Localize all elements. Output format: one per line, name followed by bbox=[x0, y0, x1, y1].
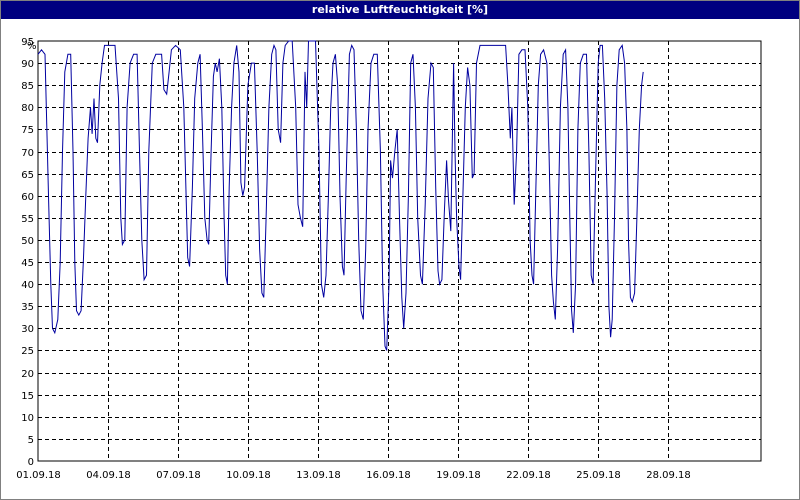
y-tick-label: 20 bbox=[21, 369, 34, 380]
x-tick-label: 28.09.18 bbox=[646, 470, 691, 481]
y-tick-label: 40 bbox=[21, 280, 34, 291]
y-tick-label: 50 bbox=[21, 236, 34, 247]
y-tick-label: 60 bbox=[21, 192, 34, 203]
x-tick-label: 01.09.18 bbox=[16, 470, 61, 481]
x-tick-label: 25.09.18 bbox=[576, 470, 621, 481]
y-tick-label: 30 bbox=[21, 324, 34, 335]
plot-area bbox=[37, 40, 762, 462]
y-tick-label: 80 bbox=[21, 103, 34, 114]
x-tick-label: 10.09.18 bbox=[226, 470, 271, 481]
y-tick-label: 15 bbox=[21, 391, 34, 402]
y-tick-label: 25 bbox=[21, 346, 34, 357]
y-tick-label: 90 bbox=[21, 59, 34, 70]
y-tick-label: 35 bbox=[21, 302, 34, 313]
x-tick-label: 16.09.18 bbox=[366, 470, 411, 481]
y-tick-label: 85 bbox=[21, 81, 34, 92]
x-tick-label: 22.09.18 bbox=[506, 470, 551, 481]
x-tick-label: 07.09.18 bbox=[156, 470, 201, 481]
x-tick-label: 04.09.18 bbox=[86, 470, 131, 481]
x-tick-label: 19.09.18 bbox=[436, 470, 481, 481]
x-axis-ticks: 01.09.18 04.09.18 07.09.18 10.09.18 13.09.18… bbox=[16, 470, 691, 481]
humidity-chart: 05101520253035404550556065707580859095 0… bbox=[16, 37, 762, 481]
x-tick-label: 13.09.18 bbox=[296, 470, 341, 481]
y-tick-label: 5 bbox=[28, 435, 34, 446]
y-tick-label: 45 bbox=[21, 258, 34, 269]
y-tick-label: 0 bbox=[28, 457, 34, 468]
y-axis-ticks: 05101520253035404550556065707580859095 bbox=[21, 37, 34, 468]
y-tick-label: 65 bbox=[21, 170, 34, 181]
y-tick-label: 55 bbox=[21, 214, 34, 225]
chart-window: relative Luftfeuchtigkeit [%] 0 5 10 15 20 25… bbox=[0, 0, 800, 500]
y-tick-label: 70 bbox=[21, 148, 34, 159]
y-axis-unit-label: % bbox=[27, 41, 37, 52]
y-tick-label: 10 bbox=[21, 413, 34, 424]
y-tick-label: 75 bbox=[21, 125, 34, 136]
